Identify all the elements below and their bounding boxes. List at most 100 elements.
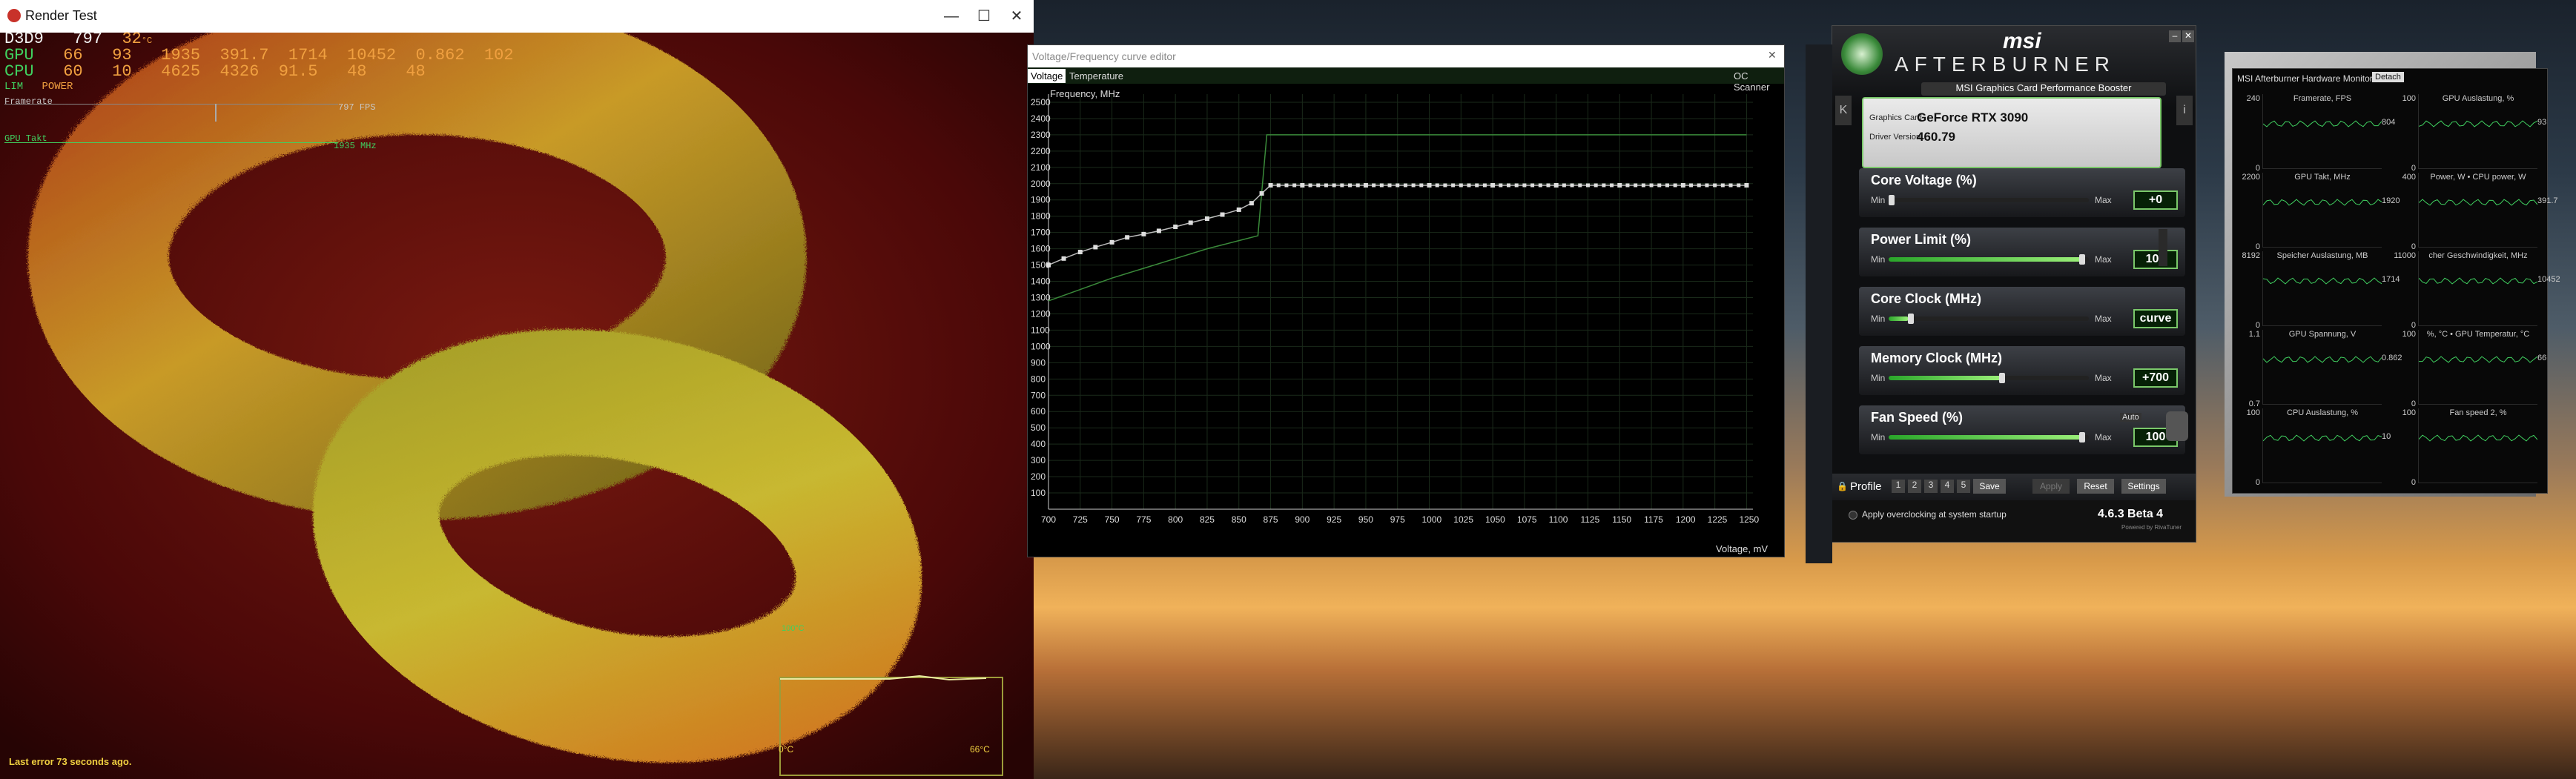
profile-2-button[interactable]: 2 (1908, 480, 1921, 493)
render-titlebar[interactable]: Render Test — ☐ ✕ (0, 0, 1034, 33)
y-tick-label: 2100 (1031, 162, 1051, 173)
profile-3-button[interactable]: 3 (1924, 480, 1938, 493)
y-tick-label: 2400 (1031, 113, 1051, 124)
slider-label: Core Voltage (%) (1871, 173, 1977, 188)
hw-panels[interactable]: Framerate, FPS 240 0 804 GPU Auslastung,… (2233, 91, 2560, 491)
vf-curve-point (1396, 183, 1400, 188)
profile-5-button[interactable]: 5 (1957, 480, 1970, 493)
panel-ymax: 100 (2402, 408, 2416, 417)
hw-panel-8[interactable]: CPU Auslastung, % 100 0 10 (2247, 408, 2391, 487)
slider-value-field[interactable]: curve (2133, 309, 2178, 328)
apply-button[interactable]: Apply (2032, 479, 2070, 494)
osd-lim-line: LIM POWER (4, 81, 73, 93)
vf-curve-point (1737, 183, 1741, 188)
x-tick-label: 725 (1073, 514, 1088, 525)
vf-curve-point (1427, 183, 1432, 188)
slider-track[interactable] (1889, 195, 2089, 205)
vf-chart[interactable]: 2500 2400 2300 2200 2100 2000 1900 1800 1700 1600… (1028, 84, 1784, 543)
hw-panel-2[interactable]: GPU Takt, MHz 2200 0 1920 (2242, 173, 2400, 251)
fan-auto-toggle[interactable]: Auto (2120, 413, 2141, 422)
vf-curve-point (1514, 183, 1519, 188)
panel-ymax: 100 (2246, 408, 2260, 417)
slider-track[interactable] (1889, 254, 2089, 265)
slider-handle[interactable] (2078, 254, 2085, 265)
fan-auto-icon[interactable] (2166, 411, 2188, 441)
prev-skin-icon[interactable]: K (1835, 96, 1852, 125)
x-tick-label: 975 (1390, 514, 1405, 525)
panel-line (2263, 434, 2382, 442)
minimize-icon[interactable]: — (933, 4, 970, 28)
hw-panel-1[interactable]: GPU Auslastung, % 100 0 93 (2402, 94, 2546, 173)
hw-panel-0[interactable]: Framerate, FPS 240 0 804 (2247, 94, 2395, 173)
slider-handle[interactable] (1999, 373, 2006, 383)
slider-fill (1889, 257, 2085, 262)
detach-button[interactable]: Detach (2372, 72, 2404, 82)
vf-close-icon[interactable]: ✕ (1768, 49, 1777, 62)
slider-track[interactable] (1889, 373, 2089, 383)
close-icon[interactable]: ✕ (998, 4, 1034, 28)
ab-footer: Apply overclocking at system startup 4.6… (1832, 500, 2196, 542)
settings-button[interactable]: Settings (2121, 479, 2166, 494)
hw-panel-7[interactable]: %, °C • GPU Temperatur, °C 100 0 66 (2402, 330, 2546, 408)
y-tick-label: 800 (1031, 374, 1046, 384)
osd-fps-value: 797 FPS (338, 102, 376, 113)
vf-curve-point (1681, 183, 1685, 188)
lock-icon[interactable]: 🔒 (1837, 481, 1848, 491)
panel-current: 93 (2537, 118, 2547, 127)
tab-voltage[interactable]: Voltage (1028, 69, 1066, 83)
slider-handle[interactable] (2078, 432, 2085, 442)
osd-gpu-line: GPU 66 93 1935 391.7 1714 10452 0.862 10… (4, 46, 514, 64)
vf-curve-point (1156, 228, 1161, 233)
save-button[interactable]: Save (1973, 479, 2006, 494)
x-tick-label: 850 (1232, 514, 1246, 525)
slider-track[interactable] (1889, 432, 2089, 442)
hw-panel-4[interactable]: Speicher Auslastung, MB 8192 0 1714 (2242, 251, 2400, 330)
vf-curve-point (1585, 183, 1590, 188)
panel-current: 66 (2537, 354, 2547, 362)
profile-1-button[interactable]: 1 (1892, 480, 1905, 493)
panel-current: 1714 (2382, 275, 2400, 284)
info-icon[interactable]: i (2176, 96, 2193, 125)
hw-panel-3[interactable]: Power, W • CPU power, W 400 0 391.7 (2402, 173, 2558, 251)
tab-temperature[interactable]: Temperature (1069, 70, 1123, 82)
vf-curve-point (1499, 183, 1503, 188)
slider-value-field[interactable]: +0 (2133, 190, 2178, 210)
minimize-icon[interactable]: – (2169, 30, 2181, 42)
vf-curve-point (1077, 250, 1083, 255)
startup-label: Apply overclocking at system startup (1862, 509, 2007, 520)
vf-curve-point (1276, 183, 1281, 188)
vf-curve-point (1546, 183, 1550, 188)
slider-value-field[interactable]: +700 (2133, 368, 2178, 388)
vf-curve-point (1300, 183, 1304, 188)
vf-curve-point (1578, 183, 1582, 188)
vf-titlebar[interactable]: Voltage/Frequency curve editor ✕ (1028, 45, 1784, 67)
panel-ymax: 240 (2246, 94, 2260, 103)
profile-4-button[interactable]: 4 (1941, 480, 1954, 493)
maximize-icon[interactable]: ☐ (965, 4, 1003, 28)
slider-min-label: Min (1871, 432, 1886, 442)
panel-ymin: 0 (2411, 478, 2416, 487)
link-icon[interactable] (2159, 229, 2167, 266)
slider-handle[interactable] (1889, 195, 1895, 205)
hw-panel-6[interactable]: GPU Spannung, V 1.1 0.7 0.862 (2249, 330, 2402, 408)
x-tick-label: 1075 (1517, 514, 1537, 525)
slider-track[interactable] (1889, 314, 2089, 324)
reset-button[interactable]: Reset (2077, 479, 2114, 494)
startup-checkbox[interactable] (1849, 511, 1857, 520)
panel-ymin: 0 (2255, 164, 2260, 173)
slider-label: Fan Speed (%) (1871, 410, 1964, 425)
slider-handle[interactable] (1908, 314, 1915, 324)
hw-panel-9[interactable]: Fan speed 2, % 100 0 (2402, 408, 2537, 487)
slider-card-3: Memory Clock (MHz) Min Max +700 (1859, 346, 2185, 395)
hw-panel-5[interactable]: cher Geschwindigkeit, MHz 11000 0 10452 (2394, 251, 2560, 330)
vf-curve-point (1728, 183, 1733, 188)
vf-curve-point (1204, 216, 1209, 221)
panel-current: 391.7 (2537, 196, 2558, 205)
vf-curve-point (1594, 183, 1598, 188)
close-icon[interactable]: ✕ (2182, 30, 2194, 42)
panel-ymin: 0 (2411, 242, 2416, 251)
vf-curve-point (1482, 183, 1487, 188)
vf-curve-point (1554, 183, 1559, 188)
slider-value-field[interactable]: 105 (2133, 250, 2178, 269)
osd-framerate-graph (4, 104, 338, 105)
